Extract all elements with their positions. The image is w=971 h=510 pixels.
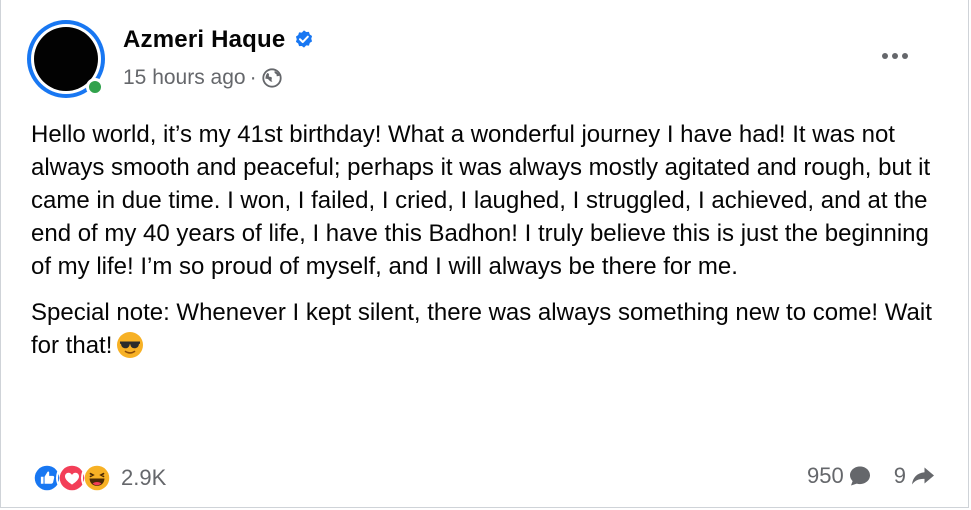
post-meta: 15 hours ago · — [123, 66, 283, 90]
post-paragraph: Hello world, it’s my 41st birthday! What… — [31, 121, 931, 280]
online-status-icon — [86, 78, 104, 96]
reactions-count: 2.9K — [121, 465, 167, 490]
more-options-icon[interactable] — [875, 40, 915, 72]
comment-icon — [849, 466, 870, 486]
engagement-stats: 950 9 — [807, 463, 936, 489]
share-icon — [912, 467, 934, 485]
post-paragraph-text: Special note: Whenever I kept silent, th… — [31, 299, 932, 359]
shares-count: 9 — [893, 463, 906, 488]
post-paragraph-note: Special note: Whenever I kept silent, th… — [31, 296, 936, 362]
globe-icon[interactable] — [261, 67, 283, 89]
post-card: Azmeri Haque 15 hours ago · Hello world,… — [0, 0, 969, 508]
sunglasses-emoji-icon — [117, 332, 144, 358]
avatar[interactable] — [27, 20, 105, 98]
verified-badge-icon — [296, 30, 313, 48]
meta-separator: · — [249, 66, 257, 89]
post-timestamp[interactable]: 15 hours ago — [123, 66, 246, 90]
haha-reaction-icon — [81, 462, 113, 494]
shares-count-button[interactable]: 9 — [894, 463, 936, 489]
author-name[interactable]: Azmeri Haque — [123, 26, 285, 54]
reactions-summary[interactable]: 2.9K — [31, 462, 166, 494]
comments-count: 950 — [807, 463, 844, 488]
post-body: Hello world, it’s my 41st birthday! What… — [31, 118, 936, 362]
author-row: Azmeri Haque — [123, 26, 315, 54]
comments-count-button[interactable]: 950 — [807, 463, 872, 489]
